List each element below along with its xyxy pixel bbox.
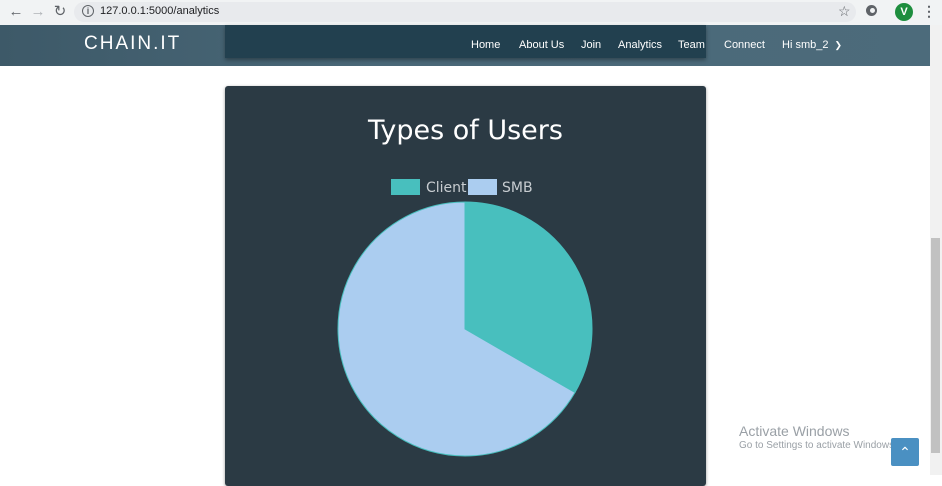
url-text[interactable]: 127.0.0.1:5000/analytics (100, 5, 219, 17)
back-arrow-icon[interactable]: ← (6, 3, 26, 21)
nav-link-home[interactable]: Home (471, 39, 500, 51)
address-bar[interactable]: i 127.0.0.1:5000/analytics (74, 2, 856, 22)
bookmark-star-icon[interactable]: ☆ (838, 3, 851, 20)
scrollbar-thumb[interactable] (931, 238, 940, 453)
pie-chart: Client SMB (337, 179, 593, 457)
page-scrollbar[interactable] (930, 25, 942, 475)
nav-link-about-us[interactable]: About Us (519, 39, 564, 51)
info-icon[interactable]: i (82, 5, 94, 17)
site-navbar: CHAIN.IT Home About Us Join Analytics Te… (0, 25, 930, 66)
user-menu-label: Hi smb_2 (782, 39, 829, 51)
chevron-up-icon: ⌃ (899, 444, 911, 460)
browser-menu-icon[interactable]: ⋮ (922, 3, 936, 20)
nav-link-analytics[interactable]: Analytics (618, 39, 662, 51)
nav-link-team[interactable]: Team (678, 39, 705, 51)
analytics-card: Types of Users Client SMB (225, 86, 706, 486)
activate-windows-subtitle: Go to Settings to activate Windows. (739, 440, 897, 451)
activate-windows-title: Activate Windows (739, 423, 850, 439)
extension-icon[interactable] (866, 5, 877, 16)
chevron-down-icon: ❯ (834, 40, 843, 50)
legend-swatch-smb[interactable] (468, 179, 497, 195)
nav-link-connect[interactable]: Connect (724, 39, 765, 51)
forward-arrow-icon[interactable]: → (28, 3, 48, 21)
legend-label-client[interactable]: Client (426, 180, 467, 196)
nav-link-join[interactable]: Join (581, 39, 601, 51)
legend-label-smb[interactable]: SMB (502, 180, 533, 196)
brand-logo[interactable]: CHAIN.IT (84, 33, 181, 55)
user-menu-dropdown[interactable]: Hi smb_2 ❯ (782, 39, 842, 51)
legend-swatch-client[interactable] (391, 179, 420, 195)
back-to-top-button[interactable]: ⌃ (891, 438, 919, 466)
browser-toolbar: ← → ↻ i 127.0.0.1:5000/analytics ☆ V ⋮ (0, 0, 942, 25)
reload-icon[interactable]: ↻ (50, 3, 70, 21)
profile-avatar[interactable]: V (895, 3, 913, 21)
